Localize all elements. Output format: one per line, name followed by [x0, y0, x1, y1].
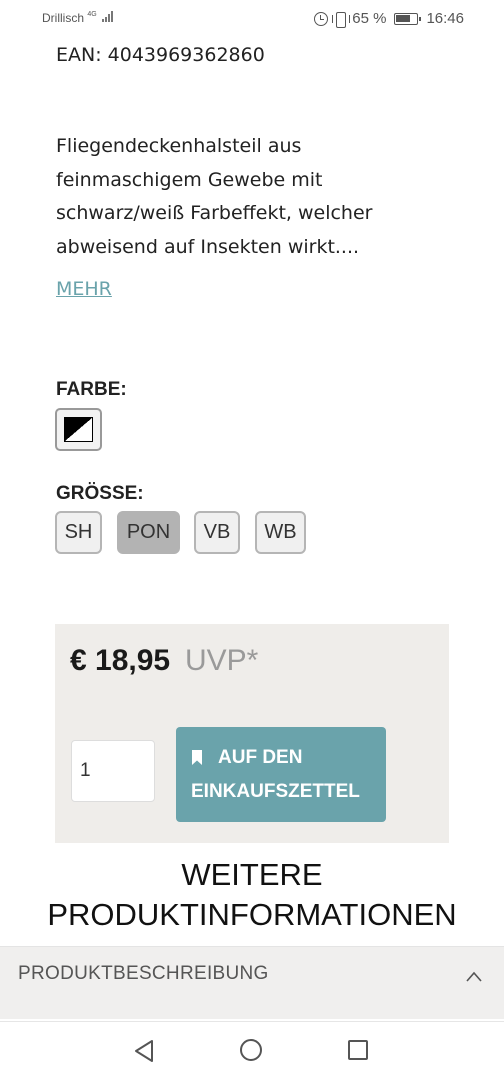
purchase-box: € 18,95 UVP* AUF DEN EINKAUFSZETTEL — [55, 624, 449, 843]
description-line: Fliegendeckenhalsteil aus — [56, 135, 302, 157]
back-icon[interactable] — [133, 1039, 155, 1063]
signal-icon — [102, 11, 114, 25]
status-bar: Drillisch 4G 65 % 16:46 — [0, 0, 504, 38]
cart-button-label-line1: AUF DEN — [218, 747, 303, 768]
color-swatch-black-white[interactable] — [55, 408, 102, 451]
cart-button-label-line2: EINKAUFSZETTEL — [191, 781, 360, 802]
quantity-input[interactable] — [71, 740, 155, 802]
size-button-pon[interactable]: PON — [117, 511, 180, 554]
size-button-vb[interactable]: VB — [194, 511, 240, 554]
size-button-sh[interactable]: SH — [55, 511, 102, 554]
alarm-icon — [314, 11, 329, 26]
carrier-info: Drillisch 4G — [42, 11, 114, 25]
vibrate-icon — [332, 11, 351, 28]
more-link[interactable]: MEHR — [56, 278, 112, 300]
description-line: schwarz/weiß Farbeffekt, welcher — [56, 202, 373, 224]
product-description: Fliegendeckenhalsteil aus feinmaschigem … — [56, 130, 476, 264]
uvp-label: UVP* — [185, 644, 259, 677]
recent-apps-icon[interactable] — [348, 1040, 368, 1060]
price: € 18,95 — [70, 644, 171, 677]
description-line: feinmaschigem Gewebe mit — [56, 168, 323, 191]
chevron-up-icon — [466, 971, 482, 982]
description-line: abweisend auf Insekten wirkt.... — [56, 235, 360, 258]
carrier-name: Drillisch — [42, 11, 84, 25]
size-options: SH PON VB WB — [55, 511, 306, 554]
network-type: 4G — [87, 11, 97, 18]
navigation-bar — [0, 1021, 504, 1079]
home-icon[interactable] — [240, 1039, 262, 1061]
more-info-heading-line2: PRODUKTINFORMATIONEN — [47, 897, 457, 932]
status-icons: 65 % 16:46 — [314, 10, 464, 28]
battery-percent: 65 % — [352, 10, 387, 27]
clock: 16:46 — [426, 10, 464, 27]
add-to-shopping-list-button[interactable]: AUF DEN EINKAUFSZETTEL — [176, 727, 386, 822]
ean-number: EAN: 4043969362860 — [56, 44, 265, 66]
battery-icon — [394, 12, 422, 25]
bookmark-icon — [192, 750, 202, 765]
size-button-wb[interactable]: WB — [255, 511, 306, 554]
accordion-label: PRODUKTBESCHREIBUNG — [18, 963, 269, 984]
more-info-heading-line1: WEITERE — [181, 857, 323, 892]
size-label: GRÖSSE: — [56, 483, 144, 504]
more-info-heading: WEITERE PRODUKTINFORMATIONEN — [0, 855, 504, 935]
color-label: FARBE: — [56, 379, 127, 400]
product-description-accordion[interactable]: PRODUKTBESCHREIBUNG — [0, 946, 504, 1019]
black-white-swatch-icon — [64, 417, 93, 442]
